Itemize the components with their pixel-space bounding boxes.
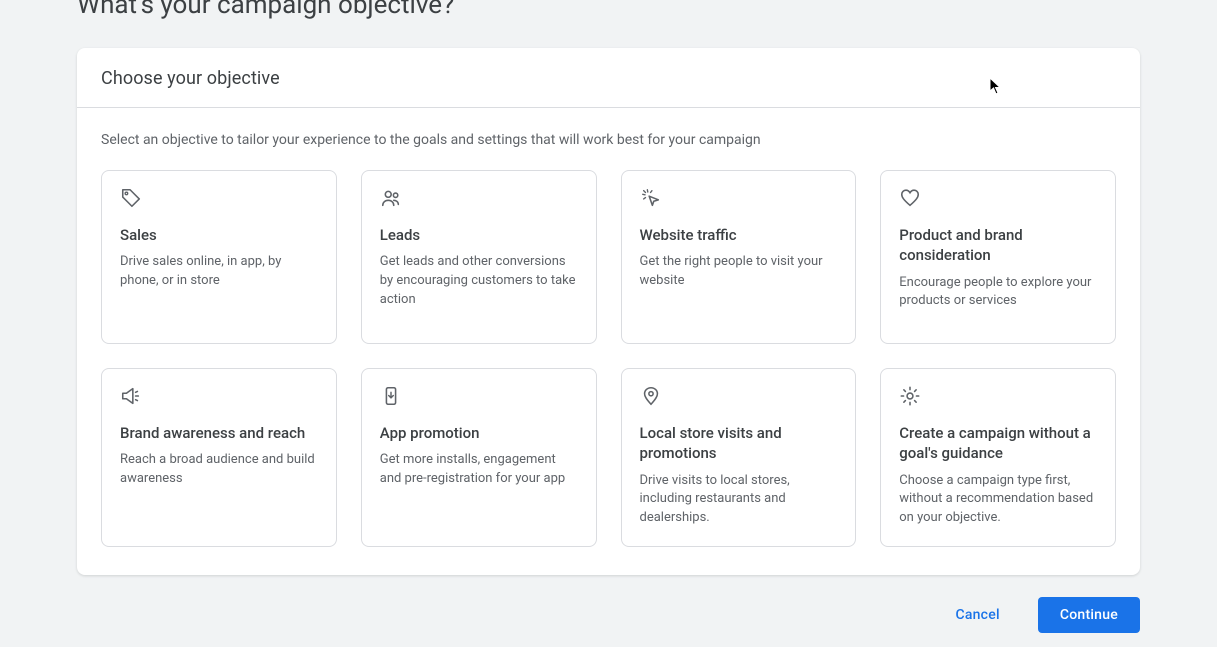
megaphone-icon [120, 385, 318, 411]
page-title: What's your campaign objective? [0, 0, 1217, 20]
objective-app-promotion[interactable]: App promotion Get more installs, engagem… [361, 368, 597, 547]
objective-title: Brand awareness and reach [120, 423, 318, 443]
action-bar: Cancel Continue [0, 575, 1217, 633]
people-icon [380, 187, 578, 213]
objectives-grid: Sales Drive sales online, in app, by pho… [101, 170, 1116, 547]
click-icon [640, 187, 838, 213]
objective-local-store[interactable]: Local store visits and promotions Drive … [621, 368, 857, 547]
objective-desc: Get the right people to visit your websi… [640, 253, 838, 291]
objective-desc: Get more installs, engagement and pre-re… [380, 451, 578, 489]
objective-title: Local store visits and promotions [640, 423, 838, 464]
objective-desc: Drive sales online, in app, by phone, or… [120, 253, 318, 291]
tag-icon [120, 187, 318, 213]
objective-brand-awareness[interactable]: Brand awareness and reach Reach a broad … [101, 368, 337, 547]
cancel-button[interactable]: Cancel [933, 597, 1021, 633]
objective-brand-consideration[interactable]: Product and brand consideration Encourag… [880, 170, 1116, 344]
card-header: Choose your objective [77, 48, 1140, 108]
objective-desc: Reach a broad audience and build awarene… [120, 451, 318, 489]
objective-sales[interactable]: Sales Drive sales online, in app, by pho… [101, 170, 337, 344]
objective-website-traffic[interactable]: Website traffic Get the right people to … [621, 170, 857, 344]
heart-icon [899, 187, 1097, 213]
card-body: Select an objective to tailor your exper… [77, 108, 1140, 575]
card-subtitle: Select an objective to tailor your exper… [101, 132, 1116, 148]
objective-card: Choose your objective Select an objectiv… [77, 48, 1140, 575]
objective-no-goal[interactable]: Create a campaign without a goal's guida… [880, 368, 1116, 547]
objective-title: App promotion [380, 423, 578, 443]
objective-title: Website traffic [640, 225, 838, 245]
objective-desc: Choose a campaign type first, without a … [899, 472, 1097, 529]
objective-title: Product and brand consideration [899, 225, 1097, 266]
objective-desc: Encourage people to explore your product… [899, 274, 1097, 312]
objective-title: Create a campaign without a goal's guida… [899, 423, 1097, 464]
map-pin-icon [640, 385, 838, 411]
objective-leads[interactable]: Leads Get leads and other conversions by… [361, 170, 597, 344]
continue-button[interactable]: Continue [1038, 597, 1140, 633]
phone-install-icon [380, 385, 578, 411]
gear-icon [899, 385, 1097, 411]
objective-title: Leads [380, 225, 578, 245]
objective-title: Sales [120, 225, 318, 245]
objective-desc: Get leads and other conversions by encou… [380, 253, 578, 310]
objective-desc: Drive visits to local stores, including … [640, 472, 838, 529]
